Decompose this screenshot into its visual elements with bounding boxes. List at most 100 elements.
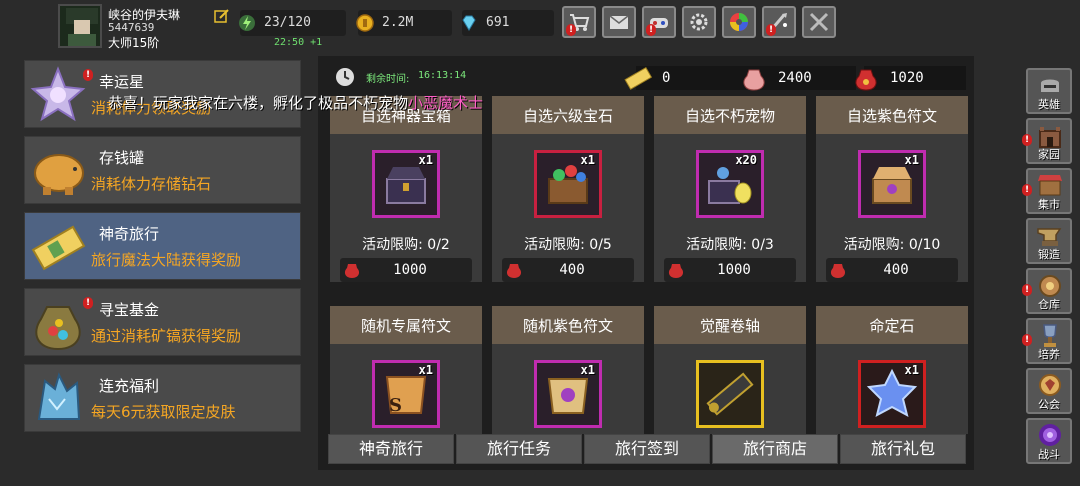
buy-button[interactable]: 400 [502,258,634,282]
lucky-star-icon [30,66,86,122]
tab-travel-pack[interactable]: 旅行礼包 [840,434,966,464]
stamina-timer: 22:50 +1 [274,37,323,48]
red-bag-counter: 1020 [855,66,966,91]
nav-forge[interactable]: 锻造 [1026,218,1072,264]
nav-battle[interactable]: 战斗 [1026,418,1072,464]
crossed-swords-icon [809,12,829,32]
buy-button[interactable]: 1000 [664,258,796,282]
alert-badge: ! [1022,284,1032,296]
red-pouch-icon [855,69,877,91]
player-rank: 大师15阶 [108,36,160,50]
ticket-value: 0 [662,70,671,86]
gem-counter: 691 [462,10,554,36]
nav-guild[interactable]: 公会 [1026,368,1072,414]
tab-travel-tasks[interactable]: 旅行任务 [456,434,582,464]
item-quantity: x1 [904,363,919,377]
awakening-scroll-icon [706,372,754,416]
nav-home[interactable]: ! 家园 [1022,118,1072,164]
menu-item-title: 神奇旅行 [99,225,160,243]
nav-label: 公会 [1038,398,1060,411]
buy-button[interactable]: 1000 [340,258,472,282]
shop-item-card[interactable]: 自选神器宝箱 x1 活动限购: 0/2 1000 [330,96,482,282]
shop-item-card[interactable]: 自选六级宝石 x1 活动限购: 0/5 400 [492,96,644,282]
sword-sparkle-button[interactable]: ! [762,6,796,38]
travel-ticket-icon [31,225,86,271]
battle-button[interactable] [802,6,836,38]
menu-item-desc: 旅行魔法大陆获得奖励 [91,251,242,269]
nav-hero[interactable]: 英雄 [1026,68,1072,114]
item-name: 自选六级宝石 [492,96,644,134]
item-quantity: x1 [418,153,433,167]
nav-warehouse[interactable]: ! 仓库 [1022,268,1072,314]
item-quantity: x1 [418,363,433,377]
item-price: 1000 [393,262,427,278]
color-wheel-button[interactable] [722,6,756,38]
menu-item-title: 存钱罐 [99,149,145,167]
menu-item-desc: 每天6元获取限定皮肤 [91,403,236,421]
stamina-lightning-icon [239,15,255,31]
clock-icon [336,68,354,86]
shop-button[interactable]: ! [562,6,596,38]
shop-item-card[interactable]: 自选紫色符文 x1 活动限购: 0/10 400 [816,96,968,282]
nav-label: 仓库 [1038,298,1060,311]
player-id: 5447639 [108,21,155,34]
item-name: 自选不朽宠物 [654,96,806,134]
controller-button[interactable]: ! [642,6,676,38]
item-icon-frame: x1 [534,360,602,428]
nav-label: 集市 [1038,198,1060,211]
broadcast-message: ！玩家我家在六楼，孵化了极品不朽宠物 [138,94,409,112]
nav-label: 锻造 [1038,248,1060,261]
player-avatar[interactable] [58,4,102,48]
item-name: 随机紫色符文 [492,306,644,344]
item-quantity: x1 [580,363,595,377]
shop-item-card[interactable]: 随机专属符文 S x1 [330,306,482,434]
nav-label: 英雄 [1038,98,1060,111]
piggy-bank-icon [34,154,84,195]
menu-item-recharge-bonus[interactable]: 连充福利 每天6元获取限定皮肤 [24,364,301,432]
bag-value: 2400 [778,70,812,86]
item-icon-frame: S x1 [372,360,440,428]
top-bar: 峡谷的伊夫琳 5447639 大师15阶 23/120 22:50 +1 2.2… [0,0,1080,52]
red-bag-value: 1020 [890,70,924,86]
bag-counter: 2400 [743,66,856,91]
gold-counter: 2.2M [356,10,452,36]
stamina-counter: 23/120 [239,10,346,36]
gold-coin-icon [356,14,374,32]
timer-value: 16:13:14 [418,70,467,81]
menu-item-treasure-fund[interactable]: ! 寻宝基金 通过消耗矿镐获得奖励 [24,288,301,356]
item-name: 随机专属符文 [330,306,482,344]
crystal-icon [37,372,81,420]
mail-button[interactable] [602,6,636,38]
item-name: 觉醒卷轴 [654,306,806,344]
item-icon-frame: x20 [696,150,764,218]
travel-tabs: 神奇旅行 旅行任务 旅行签到 旅行商店 旅行礼包 [328,434,968,464]
nav-training[interactable]: ! 培养 [1022,318,1072,364]
item-quantity: x1 [580,153,595,167]
nav-market[interactable]: ! 集市 [1022,168,1072,214]
gold-value: 2.2M [382,15,414,30]
tab-travel-checkin[interactable]: 旅行签到 [584,434,710,464]
menu-item-title: 连充福利 [99,377,160,395]
nav-label: 培养 [1038,348,1060,361]
tab-magic-travel[interactable]: 神奇旅行 [328,434,454,464]
shop-item-card[interactable]: 命定石 x1 [816,306,968,434]
edit-name-icon[interactable] [214,8,230,24]
item-quantity: x1 [904,153,919,167]
purchase-limit: 活动限购: 0/10 [843,237,941,253]
treasure-bag-icon [35,306,81,351]
buy-button[interactable]: 400 [826,258,958,282]
travel-ticket-icon [624,66,652,90]
menu-item-piggy-bank[interactable]: 存钱罐 消耗体力存储钻石 [24,136,301,204]
purchase-limit: 活动限购: 0/3 [686,237,774,253]
shop-item-card[interactable]: 自选不朽宠物 x20 活动限购: 0/3 1000 [654,96,806,282]
item-icon-frame: x1 [372,150,440,218]
broadcast-highlight: 小恶魔术士 [408,94,484,112]
shop-item-card[interactable]: 随机紫色符文 x1 [492,306,644,434]
alert-badge: ! [1022,134,1032,146]
alert-badge: ! [766,24,776,36]
shop-item-card[interactable]: 觉醒卷轴 [654,306,806,434]
broadcast-marquee: 恭喜！玩家我家在六楼，孵化了极品不朽宠物小恶魔术士 [108,92,483,113]
tab-travel-shop[interactable]: 旅行商店 [712,434,838,464]
settings-button[interactable] [682,6,716,38]
menu-item-magic-travel[interactable]: 神奇旅行 旅行魔法大陆获得奖励 [24,212,301,280]
